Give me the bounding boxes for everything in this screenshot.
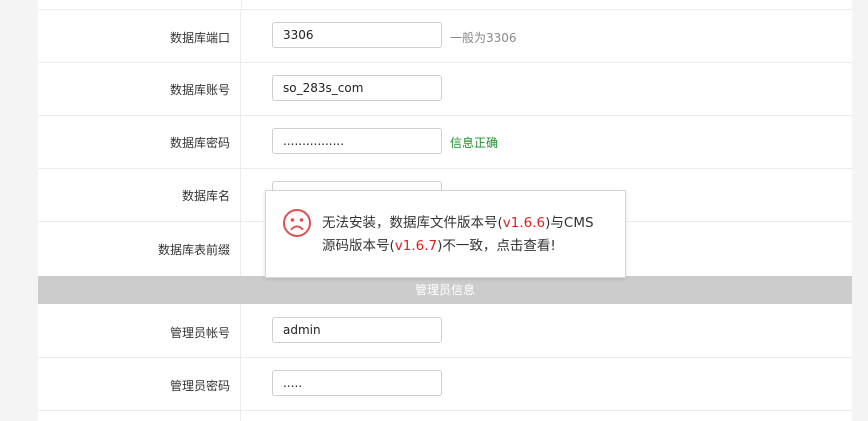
db-name-label: 数据库名: [181, 189, 230, 203]
db-password-status: 信息正确: [450, 136, 499, 150]
previous-row: [38, 0, 852, 10]
cms-version: v1.6.7: [394, 238, 438, 254]
db-port-label: 数据库端口: [169, 31, 230, 45]
admin-section-header: 管理员信息: [38, 276, 852, 304]
row-db-password: 数据库密码 信息正确: [38, 115, 852, 169]
db-prefix-label: 数据库表前缀: [157, 243, 230, 257]
db-version: v1.6.6: [502, 215, 546, 231]
right-gutter: [852, 0, 868, 421]
db-port-hint: 一般为3306: [450, 31, 517, 45]
sad-face-icon: [283, 209, 311, 237]
admin-password-input[interactable]: [272, 370, 442, 396]
error-message[interactable]: 无法安装，数据库文件版本号(v1.6.6)与CMS 源码版本号(v1.6.7)不…: [322, 212, 612, 258]
row-admin-password: 管理员密码: [38, 357, 852, 411]
db-port-input[interactable]: [272, 22, 442, 48]
row-next: [38, 410, 852, 421]
admin-user-label: 管理员帐号: [169, 326, 230, 340]
db-password-input[interactable]: [272, 128, 442, 154]
db-user-label: 数据库账号: [169, 83, 230, 97]
db-user-input[interactable]: [272, 75, 442, 101]
row-db-port: 数据库端口 一般为3306: [38, 10, 852, 63]
admin-password-label: 管理员密码: [169, 379, 230, 393]
row-db-user: 数据库账号: [38, 62, 852, 116]
left-gutter: [0, 0, 38, 421]
admin-user-input[interactable]: [272, 317, 442, 343]
db-password-label: 数据库密码: [169, 136, 230, 150]
row-admin-user: 管理员帐号: [38, 304, 852, 358]
error-toast[interactable]: 无法安装，数据库文件版本号(v1.6.6)与CMS 源码版本号(v1.6.7)不…: [265, 190, 626, 278]
